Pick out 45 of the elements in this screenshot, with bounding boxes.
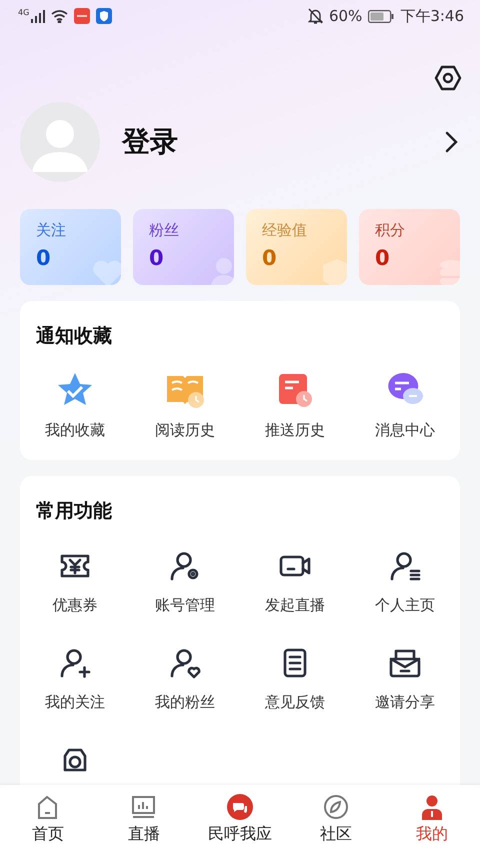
tab-item[interactable]: 民呼我应	[208, 824, 272, 844]
chat-icon	[226, 794, 254, 820]
stat-value: 0	[36, 246, 51, 270]
stat-value: 0	[375, 246, 390, 270]
tab-item[interactable]: 我的	[416, 824, 448, 844]
stat-card[interactable]: 关注 0	[20, 209, 121, 285]
network-type: 4G	[18, 8, 30, 17]
menu-item[interactable]: 消息中心	[375, 421, 435, 440]
settings-icon[interactable]	[434, 64, 462, 92]
stat-label: 关注	[36, 221, 67, 240]
tab-item[interactable]: 社区	[320, 824, 352, 844]
bell-off-icon	[308, 8, 323, 24]
menu-item[interactable]: 推送历史	[265, 421, 325, 440]
stat-label: 粉丝	[149, 221, 180, 240]
menu-item[interactable]: 意见反馈	[265, 693, 325, 712]
stat-card[interactable]: 粉丝 0	[133, 209, 234, 285]
app-icon	[74, 8, 90, 24]
compass-icon	[322, 794, 350, 820]
menu-item[interactable]: 账号管理	[155, 596, 215, 615]
menu-item[interactable]: 邀请分享	[375, 693, 435, 712]
stat-label: 积分	[375, 221, 406, 240]
menu-item[interactable]: 我的收藏	[45, 421, 105, 440]
menu-item[interactable]: 发起直播	[265, 596, 325, 615]
tab-item[interactable]: 首页	[32, 824, 64, 844]
section-title: 常用功能	[36, 499, 113, 524]
shield-icon	[96, 8, 112, 24]
login-link[interactable]: 登录	[122, 123, 444, 161]
wifi-icon	[51, 9, 68, 23]
battery-icon	[368, 10, 394, 22]
menu-item[interactable]: 我的粉丝	[155, 693, 215, 712]
stat-value: 0	[262, 246, 277, 270]
battery-percent: 60%	[328, 7, 362, 25]
signal-icon	[31, 10, 46, 22]
chevron-right-icon[interactable]	[444, 131, 458, 153]
section-title: 通知收藏	[36, 324, 113, 349]
menu-item[interactable]: 个人主页	[375, 596, 435, 615]
chart-icon	[130, 794, 158, 820]
menu-item[interactable]: 我的关注	[45, 693, 105, 712]
stat-label: 经验值	[262, 221, 308, 240]
menu-item[interactable]: 阅读历史	[155, 421, 215, 440]
stat-value: 0	[149, 246, 164, 270]
tab-item[interactable]: 直播	[128, 824, 160, 844]
clock-time: 下午3:46	[400, 6, 464, 26]
menu-item[interactable]: 优惠券	[52, 596, 98, 615]
stat-card[interactable]: 积分 0	[359, 209, 460, 285]
